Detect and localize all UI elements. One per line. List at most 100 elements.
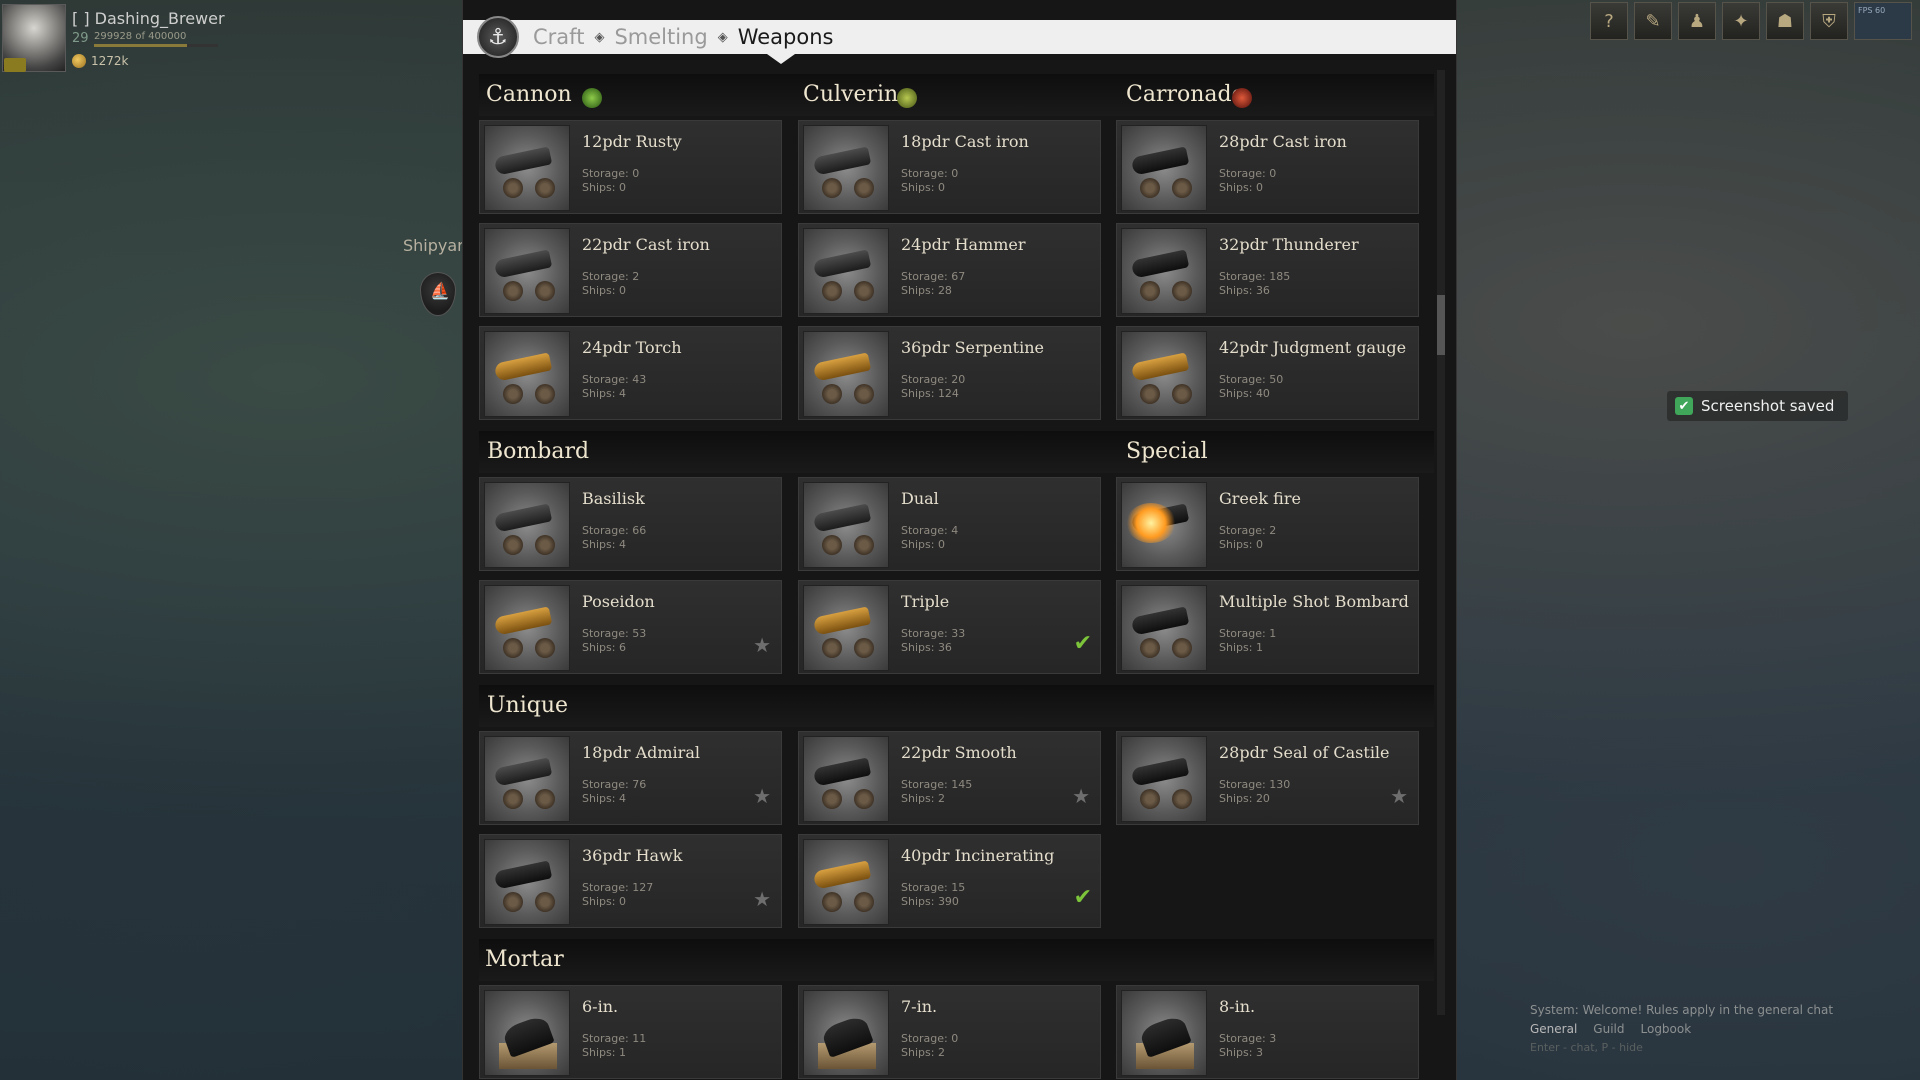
wheel [1172, 178, 1192, 198]
weapon-card[interactable]: Multiple Shot Bombard Storage: 1 Ships: 1 [1116, 580, 1419, 674]
compass-icon[interactable]: ✦ [1722, 2, 1760, 40]
cannon-icon [803, 585, 889, 671]
tab-general[interactable]: General [1530, 1022, 1577, 1036]
culverin-type-icon [897, 88, 917, 108]
storage-label: Storage: [901, 881, 948, 894]
weapon-card[interactable]: 22pdr Cast iron Storage: 2 Ships: 0 [479, 223, 782, 317]
storage-count: Storage: 2 [1219, 524, 1276, 537]
weapon-name: 28pdr Cast iron [1219, 132, 1347, 151]
wheel [1140, 638, 1160, 658]
wheel [535, 178, 555, 198]
breadcrumb-craft[interactable]: Craft [533, 25, 584, 49]
weapon-card[interactable]: 6-in. Storage: 11 Ships: 1 [479, 985, 782, 1079]
chat-input-hint[interactable]: Enter - chat, P - hide [1530, 1041, 1900, 1054]
storage-label: Storage: [901, 270, 948, 283]
chat-panel: System: Welcome! Rules apply in the gene… [1530, 1003, 1900, 1054]
shipyard-marker-icon[interactable]: ⛵ [420, 272, 456, 316]
weapon-card[interactable]: 24pdr Hammer Storage: 67 Ships: 28 [798, 223, 1101, 317]
tab-guild[interactable]: Guild [1593, 1022, 1624, 1036]
ships-label: Ships: [582, 1046, 616, 1059]
weapon-card[interactable]: 22pdr Smooth Storage: 145 Ships: 2 ★ [798, 731, 1101, 825]
storage-label: Storage: [901, 373, 948, 386]
cannon-barrel [812, 146, 872, 176]
ships-label: Ships: [582, 284, 616, 297]
rank-badge-icon [4, 58, 26, 72]
ships-label: Ships: [582, 792, 616, 805]
storage-count: Storage: 11 [582, 1032, 646, 1045]
cannon-barrel [493, 503, 553, 533]
weapon-card[interactable]: 42pdr Judgment gauge Storage: 50 Ships: 40 [1116, 326, 1419, 420]
weapon-card[interactable]: 7-in. Storage: 0 Ships: 2 [798, 985, 1101, 1079]
weapons-panel: ⚓ Craft ◈ Smelting ◈ Weapons Cannon Culve… [462, 0, 1457, 1080]
weapon-card[interactable]: 24pdr Torch Storage: 43 Ships: 4 [479, 326, 782, 420]
cannon-icon [803, 228, 889, 314]
ships-count: Ships: 0 [901, 181, 945, 194]
weapon-card[interactable]: Dual Storage: 4 Ships: 0 [798, 477, 1101, 571]
weapon-card[interactable]: 32pdr Thunderer Storage: 185 Ships: 36 [1116, 223, 1419, 317]
favorite-star-icon[interactable]: ★ [753, 784, 771, 808]
wheel [535, 535, 555, 555]
weapon-card[interactable]: 36pdr Serpentine Storage: 20 Ships: 124 [798, 326, 1101, 420]
weapon-card[interactable]: 28pdr Cast iron Storage: 0 Ships: 0 [1116, 120, 1419, 214]
ships-value: 1 [618, 1046, 626, 1059]
tab-logbook[interactable]: Logbook [1641, 1022, 1692, 1036]
weapon-card[interactable]: 18pdr Admiral Storage: 76 Ships: 4 ★ [479, 731, 782, 825]
favorite-star-icon[interactable]: ★ [1390, 784, 1408, 808]
mask-icon[interactable]: ☗ [1766, 2, 1804, 40]
weapon-card[interactable]: 18pdr Cast iron Storage: 0 Ships: 0 [798, 120, 1101, 214]
weapon-name: 32pdr Thunderer [1219, 235, 1359, 254]
storage-label: Storage: [1219, 270, 1266, 283]
weapon-card[interactable]: Poseidon Storage: 53 Ships: 6 ★ [479, 580, 782, 674]
wheel [822, 892, 842, 912]
wheel [1140, 384, 1160, 404]
quest-icon[interactable]: ✎ [1634, 2, 1672, 40]
storage-count: Storage: 0 [582, 167, 639, 180]
cannon-barrel [1130, 249, 1190, 279]
breadcrumb-smelting[interactable]: Smelting [614, 25, 707, 49]
storage-count: Storage: 53 [582, 627, 646, 640]
weapon-name: 28pdr Seal of Castile [1219, 743, 1390, 762]
weapon-card[interactable]: 28pdr Seal of Castile Storage: 130 Ships: … [1116, 731, 1419, 825]
section-title-unique: Unique [487, 693, 569, 718]
header-pointer [767, 54, 795, 64]
section-title-carronade: Carronade [1126, 82, 1245, 107]
ships-count: Ships: 390 [901, 895, 959, 908]
storage-count: Storage: 145 [901, 778, 972, 791]
help-icon[interactable]: ? [1590, 2, 1628, 40]
weapon-card[interactable]: 12pdr Rusty Storage: 0 Ships: 0 [479, 120, 782, 214]
weapon-card[interactable]: Greek fire Storage: 2 Ships: 0 [1116, 477, 1419, 571]
favorite-star-icon[interactable]: ★ [753, 887, 771, 911]
chat-tabs: General Guild Logbook [1530, 1022, 1900, 1036]
ships-count: Ships: 0 [1219, 181, 1263, 194]
favorite-star-icon[interactable]: ★ [753, 633, 771, 657]
storage-count: Storage: 130 [1219, 778, 1290, 791]
scrollbar-thumb[interactable] [1437, 295, 1445, 355]
weapon-card[interactable]: 8-in. Storage: 3 Ships: 3 [1116, 985, 1419, 1079]
storage-count: Storage: 43 [582, 373, 646, 386]
wheel [854, 638, 874, 658]
cannon-barrel [812, 757, 872, 787]
wheel [822, 789, 842, 809]
ships-value: 0 [1255, 181, 1263, 194]
gold-coin-icon [72, 54, 86, 68]
wheel [1172, 384, 1192, 404]
cannon-barrel [493, 249, 553, 279]
ships-value: 3 [1255, 1046, 1263, 1059]
favorite-star-icon[interactable]: ★ [1072, 784, 1090, 808]
wheel [854, 892, 874, 912]
weapon-card[interactable]: 36pdr Hawk Storage: 127 Ships: 0 ★ [479, 834, 782, 928]
carronade-type-icon [1232, 88, 1252, 108]
crew-icon[interactable]: ♟ [1678, 2, 1716, 40]
check-icon: ✔ [1675, 397, 1693, 415]
shield-icon[interactable]: ⛨ [1810, 2, 1848, 40]
scrollbar[interactable] [1437, 70, 1445, 1015]
ships-count: Ships: 40 [1219, 387, 1270, 400]
weapon-card[interactable]: Triple Storage: 33 Ships: 36 ✔ [798, 580, 1101, 674]
ships-label: Ships: [1219, 284, 1253, 297]
cannon-barrel [493, 146, 553, 176]
weapon-card[interactable]: Basilisk Storage: 66 Ships: 4 [479, 477, 782, 571]
cannon-icon [484, 990, 570, 1076]
ships-value: 124 [937, 387, 959, 400]
weapon-card[interactable]: 40pdr Incinerating Storage: 15 Ships: 390 ✔ [798, 834, 1101, 928]
section-title-mortar: Mortar [485, 947, 564, 972]
